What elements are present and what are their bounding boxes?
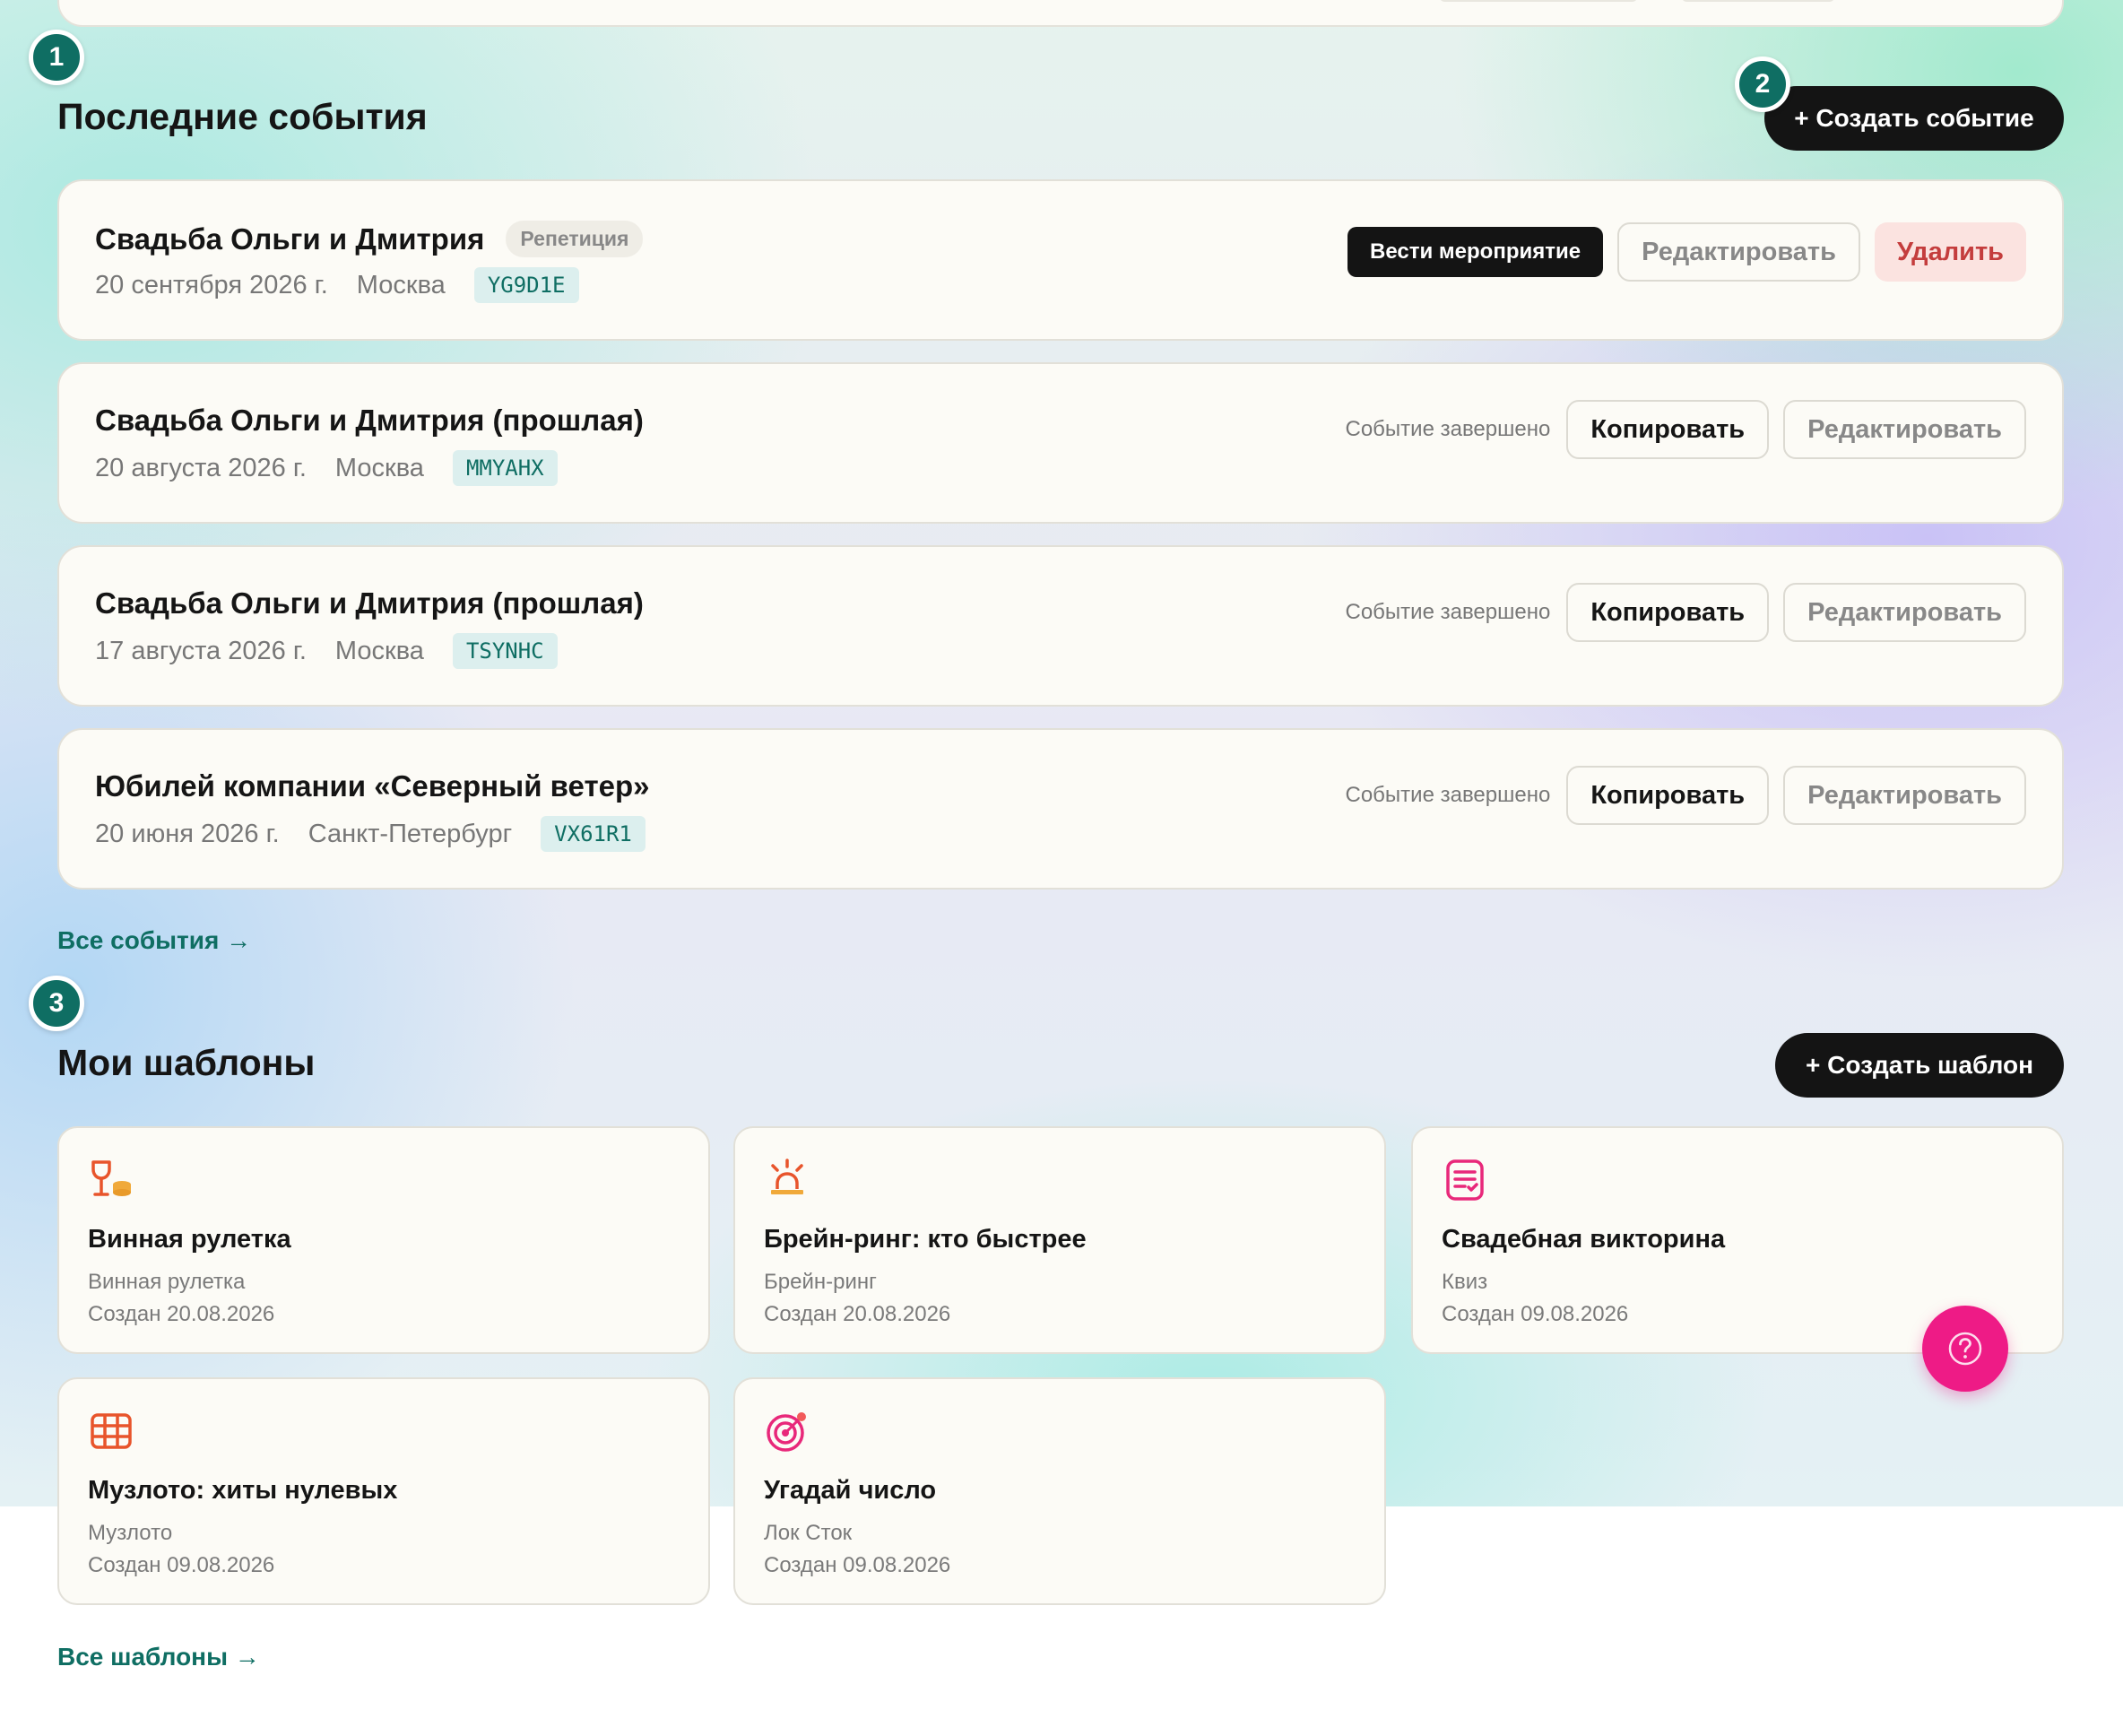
template-name: Винная рулетка [88,1225,291,1254]
all-events-link[interactable]: Все события → [57,926,251,955]
template-card[interactable]: Музлото: хиты нулевых Музлото Создан 09.… [57,1377,710,1605]
edit-event-button[interactable]: Редактировать [1617,222,1860,282]
event-status: Событие завершено [1345,783,1551,807]
question-circle-icon [1948,1332,1982,1366]
template-created-date: Создан 09.08.2026 [88,1553,275,1577]
copy-event-button[interactable]: Копировать [1566,766,1770,825]
template-name: Угадай число [764,1476,937,1505]
previous-card-bottom [57,0,2064,27]
template-type: Квиз [1442,1270,1488,1294]
event-code: TSYNHC [452,633,558,669]
event-location: Москва [334,453,424,482]
bingo-grid-icon [91,1413,132,1449]
event-title: Свадьба Ольги и Дмитрия (прошлая) [95,404,644,437]
event-meta: 17 августа 2026 г. Москва TSYNHC [95,633,558,669]
event-code: YG9D1E [473,267,579,303]
event-location: Санкт-Петербург [308,819,513,848]
all-templates-link[interactable]: Все шаблоны → [57,1643,260,1671]
events-section-title: Последние события [57,96,428,137]
event-date: 20 сентября 2026 г. [95,270,328,299]
create-event-button[interactable]: + Создать событие [1764,86,2064,151]
template-card[interactable]: Брейн-ринг: кто быстрее Брейн-ринг Созда… [733,1126,1386,1354]
event-card: Свадьба Ольги и Дмитрия (прошлая) 17 авг… [57,545,2064,707]
template-card[interactable]: Угадай число Лок Сток Создан 09.08.2026 [733,1377,1386,1605]
run-event-button[interactable]: Вести мероприятие [1347,227,1604,277]
event-title: Свадьба Ольги и Дмитрия (прошлая) [95,586,644,620]
event-date: 20 июня 2026 г. [95,819,280,848]
delete-event-button[interactable]: Удалить [1874,222,2026,282]
event-title: Юбилей компании «Северный ветер» [95,769,650,803]
event-date: 20 августа 2026 г. [95,453,307,482]
event-date: 17 августа 2026 г. [95,636,307,665]
event-meta: 20 сентября 2026 г. Москва YG9D1E [95,267,579,303]
create-template-button[interactable]: + Создать шаблон [1775,1033,2064,1098]
event-meta: 20 августа 2026 г. Москва MMYAHX [95,450,558,486]
event-card: Свадьба Ольги и Дмитрия Репетиция 20 сен… [57,179,2064,341]
event-location: Москва [334,636,424,665]
template-created-date: Создан 09.08.2026 [1442,1302,1629,1326]
event-meta: 20 июня 2026 г. Санкт-Петербург VX61R1 [95,816,646,852]
template-type: Лок Сток [764,1521,853,1545]
template-created-date: Создан 20.08.2026 [88,1302,275,1326]
top-card-control-remnant [1440,0,1637,2]
templates-section-title: Мои шаблоны [57,1042,316,1083]
event-actions: Событие завершено Копировать Редактирова… [1345,766,2026,825]
copy-event-button[interactable]: Копировать [1566,400,1770,459]
wine-roulette-icon [91,1160,131,1196]
template-name: Свадебная викторина [1442,1225,1726,1254]
event-title: Свадьба Ольги и Дмитрия Репетиция [95,221,644,257]
template-type: Винная рулетка [88,1270,246,1294]
edit-event-button[interactable]: Редактировать [1783,583,2026,642]
template-type: Музлото [88,1521,173,1545]
event-actions: Событие завершено Копировать Редактирова… [1345,400,2026,459]
step-badge-3: 3 [29,976,84,1031]
event-code: VX61R1 [541,816,646,852]
template-created-date: Создан 09.08.2026 [764,1553,951,1577]
buzzer-icon [771,1159,803,1194]
top-card-control-remnant [1682,0,1834,2]
event-location: Москва [356,270,446,299]
edit-event-button[interactable]: Редактировать [1783,400,2026,459]
template-type: Брейн-ринг [764,1270,877,1294]
step-badge-1: 1 [29,30,84,85]
edit-event-button[interactable]: Редактировать [1783,766,2026,825]
target-icon [767,1412,806,1452]
event-title-text: Свадьба Ольги и Дмитрия [95,221,485,256]
event-actions: Вести мероприятие Редактировать Удалить [1347,222,2026,282]
event-card: Юбилей компании «Северный ветер» 20 июня… [57,728,2064,890]
event-actions: Событие завершено Копировать Редактирова… [1345,583,2026,642]
copy-event-button[interactable]: Копировать [1566,583,1770,642]
event-status: Событие завершено [1345,417,1551,441]
template-card[interactable]: Винная рулетка Винная рулетка Создан 20.… [57,1126,710,1354]
help-button[interactable] [1922,1306,2008,1392]
template-created-date: Создан 20.08.2026 [764,1302,951,1326]
event-status: Событие завершено [1345,600,1551,624]
rehearsal-tag: Репетиция [506,221,644,257]
template-name: Музлото: хиты нулевых [88,1476,398,1505]
event-card: Свадьба Ольги и Дмитрия (прошлая) 20 авг… [57,362,2064,524]
template-name: Брейн-ринг: кто быстрее [764,1225,1087,1254]
event-code: MMYAHX [452,450,558,486]
quiz-list-icon [1446,1159,1484,1201]
step-badge-2: 2 [1735,56,1790,112]
